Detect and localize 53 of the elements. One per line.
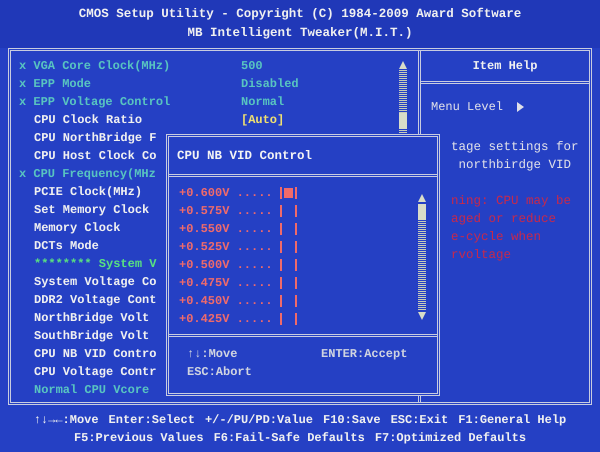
option-marker[interactable]	[280, 295, 297, 307]
key-hint: F1:General Help	[458, 412, 566, 426]
key-hint: F6:Fail-Safe Defaults	[214, 430, 365, 444]
key-hint: Enter:Select	[108, 412, 195, 426]
scroll-up-icon	[418, 194, 426, 202]
help-text: tage settings for	[451, 139, 580, 156]
help-text: ning: CPU may be	[451, 193, 572, 210]
key-hint: F5:Previous Values	[74, 430, 204, 444]
help-text: aged or reduce	[451, 211, 558, 228]
option-text[interactable]: +0.500V .....	[179, 258, 273, 272]
menu-item[interactable]: CPU Clock Ratio	[19, 113, 241, 127]
option-text[interactable]: +0.550V .....	[179, 222, 273, 236]
menu-item[interactable]: x EPP Voltage Control	[19, 95, 241, 109]
option-text[interactable]: +0.525V .....	[179, 240, 273, 254]
key-hint: ↑↓:Move	[187, 347, 238, 361]
option-text[interactable]: +0.425V .....	[179, 312, 273, 326]
key-hint: ↑↓→←:Move	[34, 412, 99, 426]
menu-value: [Auto]	[241, 113, 286, 127]
option-marker[interactable]	[280, 313, 297, 325]
scrollbar-thumb[interactable]	[399, 113, 407, 129]
option-text[interactable]: +0.475V .....	[179, 276, 273, 290]
popup-title: CPU NB VID Control	[177, 148, 312, 162]
key-hint: +/-/PU/PD:Value	[204, 412, 313, 426]
option-text[interactable]: +0.575V .....	[179, 204, 273, 218]
key-hint: F10:Save	[323, 412, 381, 426]
option-marker[interactable]	[280, 205, 297, 217]
menu-level-label: Menu Level	[431, 100, 504, 114]
menu-item[interactable]: x EPP Mode	[19, 77, 241, 91]
key-hint: ESC:Exit	[390, 412, 448, 426]
option-marker[interactable]	[280, 277, 297, 289]
menu-value: 500	[241, 59, 264, 73]
help-title: Item Help	[472, 59, 538, 73]
page-title: MB Intelligent Tweaker(M.I.T.)	[187, 25, 413, 42]
menu-item[interactable]: x VGA Core Clock(MHz)	[19, 59, 241, 73]
scrollbar-thumb[interactable]	[418, 204, 426, 220]
menu-value: Disabled	[241, 77, 300, 91]
triangle-right-icon	[517, 102, 524, 112]
help-text: rvoltage	[451, 247, 512, 264]
option-marker[interactable]	[280, 187, 297, 199]
key-hint: ENTER:Accept	[321, 347, 408, 361]
key-hint: ESC:Abort	[187, 365, 253, 379]
scroll-down-icon	[418, 312, 426, 320]
option-marker[interactable]	[280, 223, 297, 235]
scrollbar-track[interactable]	[418, 204, 426, 310]
help-text: e-cycle when	[451, 229, 542, 246]
option-text[interactable]: +0.450V .....	[179, 294, 273, 308]
option-text[interactable]: +0.600V .....	[179, 186, 273, 200]
option-marker[interactable]	[280, 259, 297, 271]
menu-value: Normal	[241, 95, 286, 109]
help-text: northbirdge VID	[458, 157, 572, 174]
key-hint: F7:Optimized Defaults	[374, 430, 526, 444]
window-title: CMOS Setup Utility - Copyright (C) 1984-2009 Award Software	[78, 6, 522, 23]
option-marker[interactable]	[280, 241, 297, 253]
